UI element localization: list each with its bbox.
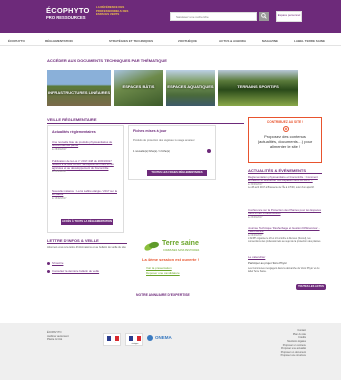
contribute-box[interactable]: CONTRIBUEZ AU SITE ! Proposez des conten…	[248, 117, 322, 163]
nav-item-magazine[interactable]: MAGAZINE	[262, 39, 278, 43]
logo-subtitle: PRO RESSOURCES	[46, 14, 86, 20]
newsletter-bullet-icon	[47, 262, 50, 265]
tile-terrains-sportifs-label: TERRAINS SPORTIFS	[237, 84, 279, 89]
nav-item-reglementation[interactable]: RÉGLEMENTATION	[45, 39, 73, 43]
ministry-logo-1[interactable]: Ministère de l'agriculture	[103, 333, 121, 346]
nav-item-ecophyto[interactable]: ÉCOPHYTO	[8, 39, 25, 43]
tile-espaces-batis-label: ESPACES BÂTIS	[122, 84, 155, 89]
tile-espaces-aquatiques[interactable]: ESPACES AQUATIQUES	[166, 70, 215, 106]
news-item: Publication de la Loi n° 2017-348 du 20/…	[52, 159, 120, 174]
tile-infrastructures[interactable]: INFRASTRUCTURES LINÉAIRES	[47, 70, 111, 106]
agenda-text: Participer au projet 'Zéro Phyto'	[248, 261, 287, 265]
all-regulation-button[interactable]: ACCÈS À TOUTE LA RÉGLEMENTATION	[61, 219, 113, 225]
news-item-date: le 28/03/2017	[52, 147, 67, 151]
event-item-title[interactable]: Conférence sur la Protection des Plantes…	[248, 208, 322, 216]
event-item-snippet: L'AFPP organise le 20 et 24 octobre à Re…	[248, 236, 321, 243]
contribute-title: CONTRIBUEZ AU SITE !	[266, 120, 304, 124]
footer-org-line: Plante & Cité	[47, 338, 63, 342]
veille-divider	[47, 123, 244, 124]
all-events-button[interactable]: TOUTES LES ACTUS	[296, 284, 326, 290]
ministry-logo-2-label: Ministère de la transition écologique	[127, 342, 143, 345]
agenda-link[interactable]: Le calendrier	[248, 255, 265, 259]
news-item: Nouvelle instance : La loi Labbé élargie…	[52, 189, 120, 200]
footer-org: ÉCOPHYTO Jardiner autrement Plante & Cit…	[47, 331, 69, 342]
main-nav: ÉCOPHYTO RÉGLEMENTATION STRATÉGIES ET TE…	[0, 38, 341, 46]
newsletter-text: Abonnez-vous à la lettre d'informations …	[47, 246, 126, 249]
newsletter-divider	[47, 243, 127, 244]
event-item-title[interactable]: Journée Technique 'Désherbage et Gestion…	[248, 226, 322, 234]
veille-title: VEILLE RÉGLEMENTAIRE	[47, 117, 97, 122]
account-button[interactable]: Espace personnel	[276, 11, 302, 22]
news-item-date: le 16/02/2017	[52, 196, 67, 200]
footer-links: Contact Plan du site Crédits Mentions lé…	[281, 329, 306, 358]
terre-saine-headline: La 4ème session est ouverte !	[142, 257, 199, 262]
event-item: Journée Technique 'Désherbage et Gestion…	[248, 226, 322, 243]
fiches-title: Fiches mises à jour	[133, 129, 167, 133]
actualites-title: Actualités réglementaires	[52, 130, 96, 134]
event-item: Conférence sur la Protection des Plantes…	[248, 208, 322, 219]
site-footer: ÉCOPHYTO Jardiner autrement Plante & Cit…	[0, 323, 341, 380]
ministry-logo-1-label: Ministère de l'agriculture	[105, 342, 121, 343]
terre-saine-link-candidature[interactable]: Déposer une candidature	[146, 271, 180, 275]
ecophyto-logo[interactable]: ÉCOPHYTO PRO RESSOURCES	[46, 7, 90, 20]
contribute-text: Proposez des contenus (actualités, docum…	[257, 134, 313, 150]
tile-espaces-aquatiques-label: ESPACES AQUATIQUES	[167, 84, 214, 89]
fiches-box: Fiches mises à jour Produits de protecti…	[128, 125, 216, 180]
tile-espaces-batis[interactable]: ESPACES BÂTIS	[114, 70, 163, 106]
tile-terrains-sportifs[interactable]: TERRAINS SPORTIFS	[218, 70, 298, 106]
thematic-title: ACCÉDER AUX DOCUMENTS TECHNIQUES PAR THÉ…	[47, 58, 167, 63]
logo-title: ÉCOPHYTO	[46, 6, 90, 15]
fiches-count: 1 nouvelle(s) fiche(s) / 1 fiche(s)	[133, 150, 170, 153]
terre-saine-leaf-icon	[143, 239, 161, 251]
search-placeholder: Saisissez une recherche	[176, 15, 209, 19]
site-tagline: LA RÉFÉRENCE DES PROFESSIONNELS DES ESPA…	[96, 5, 129, 17]
nav-item-strategies[interactable]: STRATÉGIES ET TECHNIQUES	[109, 39, 153, 43]
site-header: ÉCOPHYTO PRO RESSOURCES LA RÉFÉRENCE DES…	[0, 0, 341, 33]
agenda-body: Les Communes s'engagent dans la démarche…	[248, 267, 320, 274]
event-item: Réglementation phytosanitaire et biocont…	[248, 175, 322, 189]
tile-infrastructures-label: INFRASTRUCTURES LINÉAIRES	[47, 90, 110, 95]
news-item-title[interactable]: Nouvelle instance : La loi Labbé élargie…	[52, 189, 120, 197]
search-button[interactable]	[259, 12, 269, 21]
events-divider	[248, 173, 322, 174]
onema-logo-icon	[147, 335, 153, 341]
news-item-title[interactable]: Publication de la Loi n° 2017-348 du 20/…	[52, 159, 120, 170]
ministry-logo-2[interactable]: Ministère de la transition écologique	[125, 333, 143, 346]
terre-saine-link-presentation[interactable]: Voir la présentation	[146, 266, 172, 270]
terre-saine-logo: Terre saine	[162, 240, 199, 247]
event-item-snippet: Le 28 avril 2017 à Brasserie de l'Île à …	[248, 185, 315, 189]
terre-saine-subtitle: COMMUNES SANS PESTICIDES	[163, 249, 200, 252]
newsletter-link-subscribe[interactable]: S'inscrire	[52, 261, 63, 265]
all-fiches-button[interactable]: TOUTES LES FICHES RÉGLEMENTAIRES	[147, 170, 207, 176]
actualites-box: Actualités réglementaires Une nouvelle l…	[47, 125, 124, 233]
nav-item-label[interactable]: LABEL TERRE SAINE	[294, 39, 325, 43]
annuaire-title[interactable]: NOTRE ANNUAIRE D'EXPERTISE	[136, 293, 190, 297]
newsletter-link-bulletin[interactable]: Consultez la dernière bulletin de veille	[52, 269, 99, 273]
nav-item-zootheque[interactable]: ZOOTHÈQUE	[178, 39, 197, 43]
news-item-title[interactable]: Une nouvelle liste de produits phytosani…	[52, 140, 120, 148]
search-icon	[261, 13, 267, 19]
news-item: Une nouvelle liste de produits phytosani…	[52, 140, 120, 151]
nav-item-actus[interactable]: ACTUS & AGENDA	[219, 39, 246, 43]
footer-link[interactable]: Proposer une structure	[281, 354, 306, 358]
news-item-date: le 23/03/2017	[52, 170, 67, 174]
account-label: Espace personnel	[277, 12, 301, 17]
onema-logo[interactable]: ONEMA	[155, 335, 172, 340]
search-input[interactable]: Saisissez une recherche	[170, 12, 257, 21]
event-item-title[interactable]: Réglementation phytosanitaire et biocont…	[248, 175, 322, 183]
fiches-description: Produits de protection des végétaux à us…	[133, 139, 195, 142]
page: ÉCOPHYTO PRO RESSOURCES LA RÉFÉRENCE DES…	[0, 0, 341, 380]
newsletter-bullet-icon	[47, 270, 50, 273]
event-item-date: le 23/03/2017	[248, 215, 263, 219]
close-icon[interactable]	[283, 126, 289, 132]
fiches-arrow-icon[interactable]	[207, 149, 211, 153]
